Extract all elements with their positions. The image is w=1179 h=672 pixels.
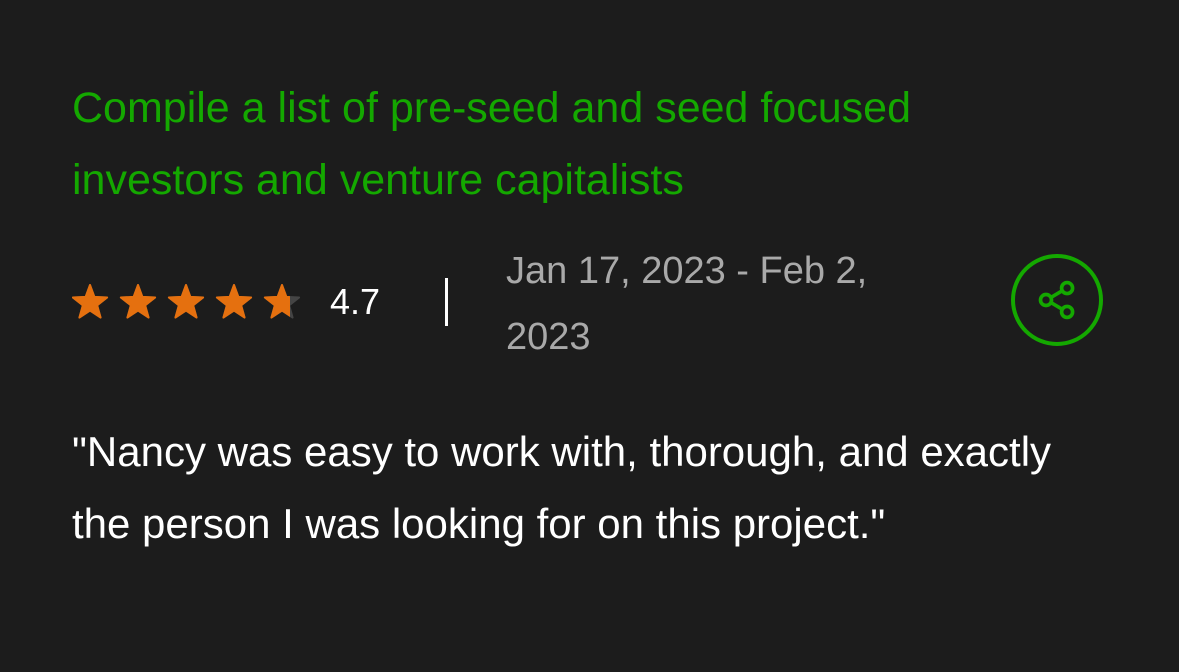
rating-value: 4.7 bbox=[330, 281, 381, 322]
divider bbox=[445, 278, 448, 326]
review-meta: 4.7 Jan 17, 2023 - Feb 2, 2023 bbox=[72, 238, 1112, 366]
star-icon bbox=[167, 284, 205, 319]
date-range: Jan 17, 2023 - Feb 2, 2023 bbox=[506, 250, 868, 358]
star-icon bbox=[215, 284, 253, 319]
share-icon bbox=[1038, 280, 1075, 320]
star-icon bbox=[72, 284, 109, 319]
review-quote: "Nancy was easy to work with, thorough, … bbox=[72, 428, 1052, 547]
job-title-link[interactable]: Compile a list of pre-seed and seed focu… bbox=[72, 72, 1072, 216]
share-button[interactable] bbox=[1011, 254, 1103, 346]
star-rating bbox=[72, 282, 312, 322]
star-icon bbox=[119, 284, 157, 319]
star-rating-graphic bbox=[72, 284, 301, 319]
review-card: Compile a list of pre-seed and seed focu… bbox=[0, 0, 1179, 672]
